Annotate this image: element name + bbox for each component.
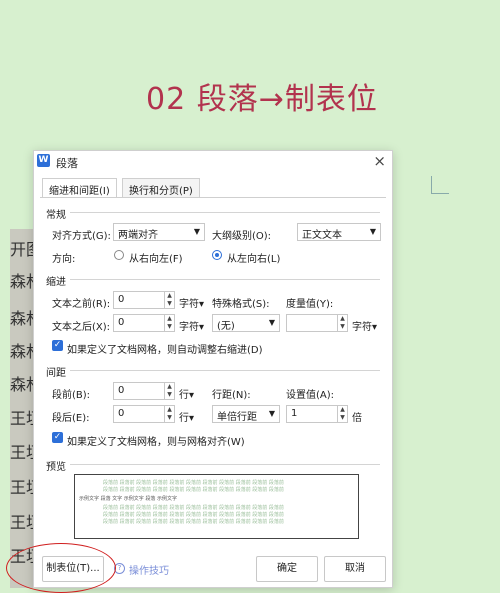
space-before-value: 0 (118, 385, 125, 396)
dialog-titlebar: W 段落 × (34, 151, 392, 173)
preview-line: 段落前 段落前 段落前 段落前 段落前 段落前 段落前 段落前 段落前 段落前 … (103, 505, 284, 511)
section-general: 常规 (46, 210, 66, 221)
measure-label: 度量值(Y): (286, 299, 334, 310)
setting-unit: 倍 (352, 413, 362, 424)
indent-after-value: 0 (118, 317, 125, 328)
measure-input[interactable]: ▲ ▼ (286, 314, 348, 332)
close-icon[interactable]: × (373, 152, 386, 170)
space-before-unit[interactable]: 行▾ (179, 386, 194, 401)
spinner-arrows-icon[interactable]: ▲ ▼ (337, 315, 347, 331)
spinner-arrows-icon[interactable]: ▲ ▼ (337, 406, 347, 422)
preview-line: 段落前 段落前 段落前 段落前 段落前 段落前 段落前 段落前 段落前 段落前 … (103, 519, 284, 525)
space-after-value: 0 (118, 408, 125, 419)
preview-box: 段落前 段落前 段落前 段落前 段落前 段落前 段落前 段落前 段落前 段落前 … (74, 474, 359, 539)
line-spacing-label: 行距(N): (212, 390, 251, 401)
alignment-value: 两端对齐 (118, 230, 158, 241)
cancel-button[interactable]: 取消 (324, 556, 386, 582)
spinner-arrows-icon[interactable]: ▲ ▼ (164, 406, 174, 422)
divider (70, 464, 380, 465)
section-preview: 预览 (46, 462, 66, 473)
setting-value-input[interactable]: 1 ▲ ▼ (286, 405, 348, 423)
chevron-down-icon: ▼ (268, 318, 275, 327)
alignment-label: 对齐方式(G): (52, 231, 111, 242)
divider (70, 212, 380, 213)
preview-line: 段落前 段落前 段落前 段落前 段落前 段落前 段落前 段落前 段落前 段落前 … (103, 512, 284, 518)
section-spacing: 间距 (46, 368, 66, 379)
dialog-title: 段落 (56, 157, 78, 170)
chevron-down-icon: ▼ (193, 227, 200, 236)
doc-page-corner (431, 176, 449, 194)
slide-heading: 02 段落→制表位 (146, 82, 378, 117)
preview-line: 段落前 段落前 段落前 段落前 段落前 段落前 段落前 段落前 段落前 段落前 … (103, 487, 284, 493)
indent-before-label: 文本之前(R): (52, 299, 111, 310)
chevron-down-icon: ▼ (369, 227, 376, 236)
indent-after-input[interactable]: 0 ▲ ▼ (113, 314, 175, 332)
divider (70, 279, 380, 280)
special-format-select[interactable]: (无) ▼ (212, 314, 280, 332)
tab-line-page-breaks[interactable]: 换行和分页(P) (122, 178, 200, 198)
line-spacing-value: 单倍行距 (217, 412, 257, 423)
outline-level-value: 正文文本 (302, 230, 342, 241)
spinner-arrows-icon[interactable]: ▲ ▼ (164, 315, 174, 331)
tips-link[interactable]: 操作技巧 (129, 562, 169, 577)
setting-value-label: 设置值(A): (286, 390, 335, 401)
divider (70, 370, 380, 371)
ltr-label: 从左向右(L) (227, 254, 281, 265)
ok-button[interactable]: 确定 (256, 556, 318, 582)
space-after-input[interactable]: 0 ▲ ▼ (113, 405, 175, 423)
space-before-label: 段前(B): (52, 390, 91, 401)
indent-after-label: 文本之后(X): (52, 322, 111, 333)
auto-adjust-checkbox[interactable]: ✓ (52, 340, 63, 351)
indent-before-input[interactable]: 0 ▲ ▼ (113, 291, 175, 309)
indent-after-unit[interactable]: 字符▾ (179, 318, 204, 333)
chevron-down-icon: ▼ (268, 409, 275, 418)
wps-writer-icon: W (37, 154, 50, 167)
space-after-unit[interactable]: 行▾ (179, 409, 194, 424)
indent-before-value: 0 (118, 294, 125, 305)
space-before-input[interactable]: 0 ▲ ▼ (113, 382, 175, 400)
section-indent: 缩进 (46, 277, 66, 288)
outline-level-label: 大纲级别(O): (212, 231, 272, 242)
snap-to-grid-label: 如果定义了文档网格，则与网格对齐(W) (67, 437, 245, 448)
special-format-label: 特殊格式(S): (212, 299, 270, 310)
spinner-arrows-icon[interactable]: ▲ ▼ (164, 383, 174, 399)
space-after-label: 段后(E): (52, 413, 90, 424)
indent-before-unit[interactable]: 字符▾ (179, 295, 204, 310)
line-spacing-select[interactable]: 单倍行距 ▼ (212, 405, 280, 423)
direction-label: 方向: (52, 254, 76, 265)
tab-indent-spacing[interactable]: 缩进和间距(I) (42, 178, 117, 198)
annotation-circle (6, 543, 116, 593)
ltr-radio[interactable] (212, 250, 222, 260)
snap-to-grid-checkbox[interactable]: ✓ (52, 432, 63, 443)
rtl-label: 从右向左(F) (129, 254, 183, 265)
special-format-value: (无) (217, 321, 235, 332)
outline-level-select[interactable]: 正文文本 ▼ (297, 223, 381, 241)
rtl-radio[interactable] (114, 250, 124, 260)
paragraph-dialog: W 段落 × 缩进和间距(I) 换行和分页(P) 常规 对齐方式(G): 两端对… (33, 150, 393, 588)
setting-value: 1 (291, 408, 298, 419)
auto-adjust-label: 如果定义了文档网格，则自动调整右缩进(D) (67, 345, 263, 356)
preview-line: 段落前 段落前 段落前 段落前 段落前 段落前 段落前 段落前 段落前 段落前 … (103, 480, 284, 486)
preview-current-line: 示例文字 段落 文字 示例文字 段落 示例文字 (79, 496, 177, 502)
alignment-select[interactable]: 两端对齐 ▼ (113, 223, 205, 241)
spinner-arrows-icon[interactable]: ▲ ▼ (164, 292, 174, 308)
tab-divider (40, 197, 386, 198)
measure-unit[interactable]: 字符▾ (352, 318, 377, 333)
